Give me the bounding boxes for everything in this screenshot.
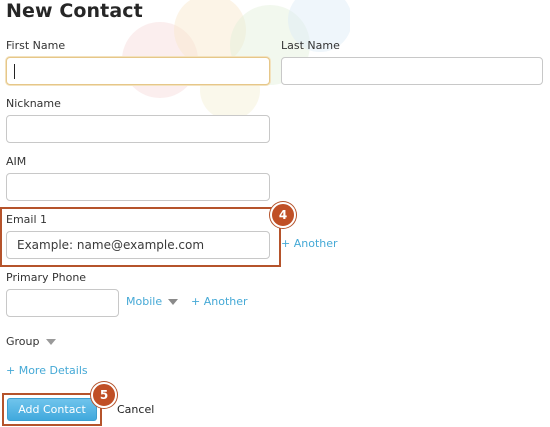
text-cursor: [14, 64, 15, 79]
group-dropdown[interactable]: Group: [6, 335, 56, 348]
more-details-link[interactable]: + More Details: [6, 364, 88, 377]
email-input[interactable]: [6, 231, 270, 259]
last-name-label: Last Name: [281, 39, 340, 52]
first-name-input[interactable]: [6, 57, 270, 85]
cancel-link[interactable]: Cancel: [117, 403, 154, 416]
chevron-down-icon: [168, 299, 179, 305]
primary-phone-label: Primary Phone: [6, 271, 87, 284]
group-label: Group: [6, 335, 40, 348]
last-name-input[interactable]: [281, 57, 543, 85]
page-title: New Contact: [6, 0, 143, 22]
primary-phone-input[interactable]: [6, 289, 119, 317]
chevron-down-icon: [45, 339, 56, 345]
nickname-label: Nickname: [6, 97, 61, 110]
aim-label: AIM: [6, 155, 27, 168]
step-4-badge: 4: [270, 202, 296, 228]
first-name-label: First Name: [6, 39, 66, 52]
phone-type-dropdown[interactable]: Mobile: [126, 295, 179, 308]
add-contact-button[interactable]: Add Contact: [7, 398, 97, 421]
add-another-email-link[interactable]: + Another: [281, 237, 338, 250]
add-another-phone-link[interactable]: + Another: [191, 295, 248, 308]
nickname-input[interactable]: [6, 115, 270, 143]
email-label: Email 1: [6, 213, 48, 226]
step-5-badge: 5: [91, 382, 117, 408]
aim-input[interactable]: [6, 173, 270, 201]
phone-type-selected: Mobile: [126, 295, 163, 308]
